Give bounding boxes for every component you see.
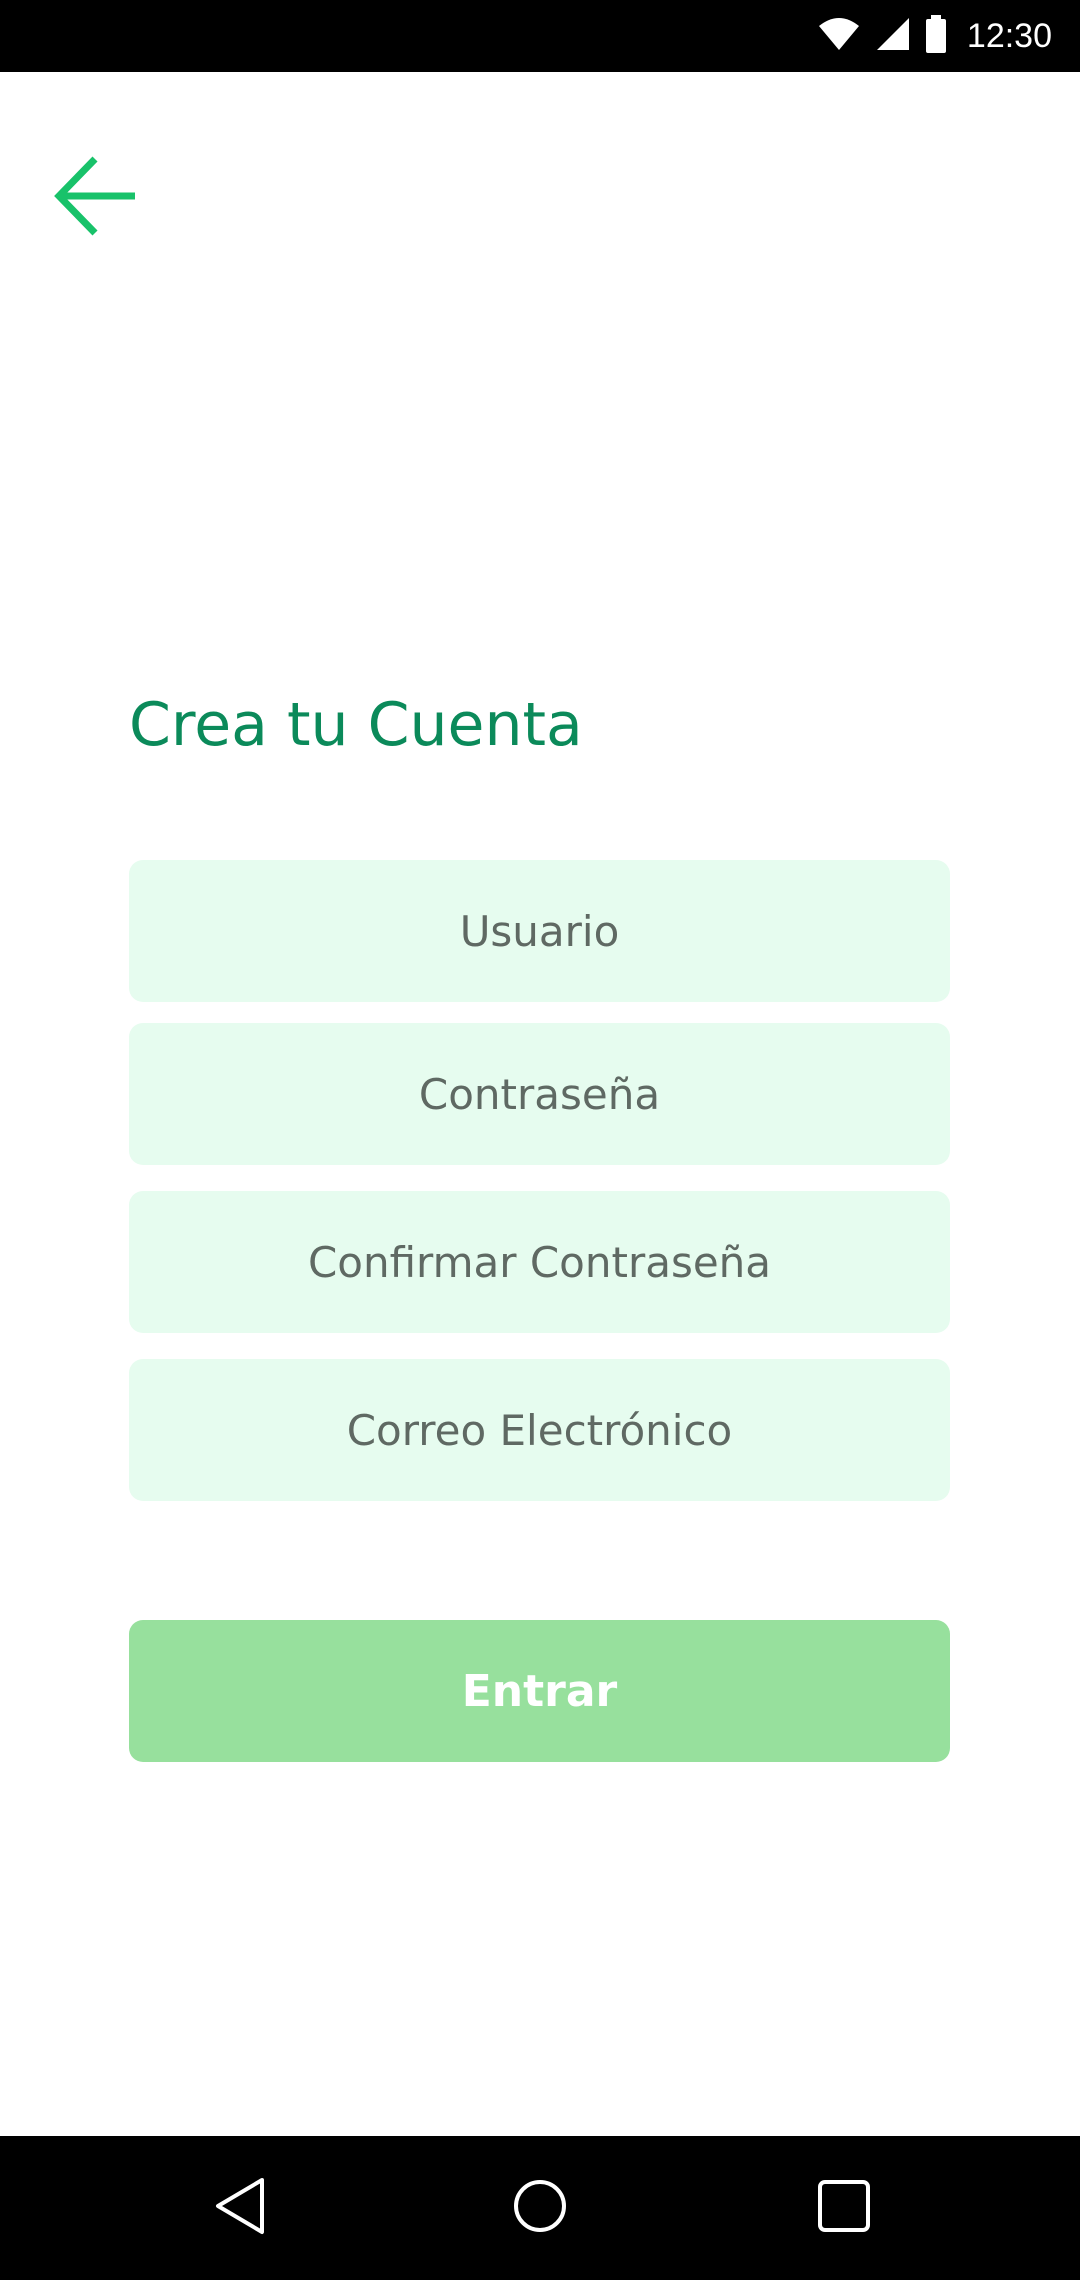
back-triangle-icon	[212, 2176, 268, 2241]
password-field[interactable]	[129, 1023, 950, 1165]
nav-recents-button[interactable]	[772, 2136, 916, 2280]
password-input[interactable]	[129, 1023, 950, 1165]
status-icons: 12:30	[817, 0, 1052, 72]
home-circle-icon	[512, 2178, 568, 2239]
nav-back-button[interactable]	[168, 2136, 312, 2280]
email-input[interactable]	[129, 1359, 950, 1501]
recents-square-icon	[817, 2179, 871, 2238]
status-time: 12:30	[966, 16, 1052, 55]
back-button[interactable]	[48, 150, 144, 246]
confirm-password-input[interactable]	[129, 1191, 950, 1333]
submit-button[interactable]: Entrar	[129, 1620, 950, 1762]
battery-icon	[925, 14, 947, 58]
email-field[interactable]	[129, 1359, 950, 1501]
status-bar: 12:30	[0, 0, 1080, 72]
arrow-left-icon	[51, 151, 141, 246]
cellular-signal-icon	[875, 16, 911, 57]
confirm-password-field[interactable]	[129, 1191, 950, 1333]
username-field[interactable]	[129, 860, 950, 1002]
username-input[interactable]	[129, 860, 950, 1002]
nav-home-button[interactable]	[468, 2136, 612, 2280]
system-nav-bar	[0, 2136, 1080, 2280]
page-title: Crea tu Cuenta	[129, 690, 583, 760]
wifi-icon	[817, 16, 861, 57]
